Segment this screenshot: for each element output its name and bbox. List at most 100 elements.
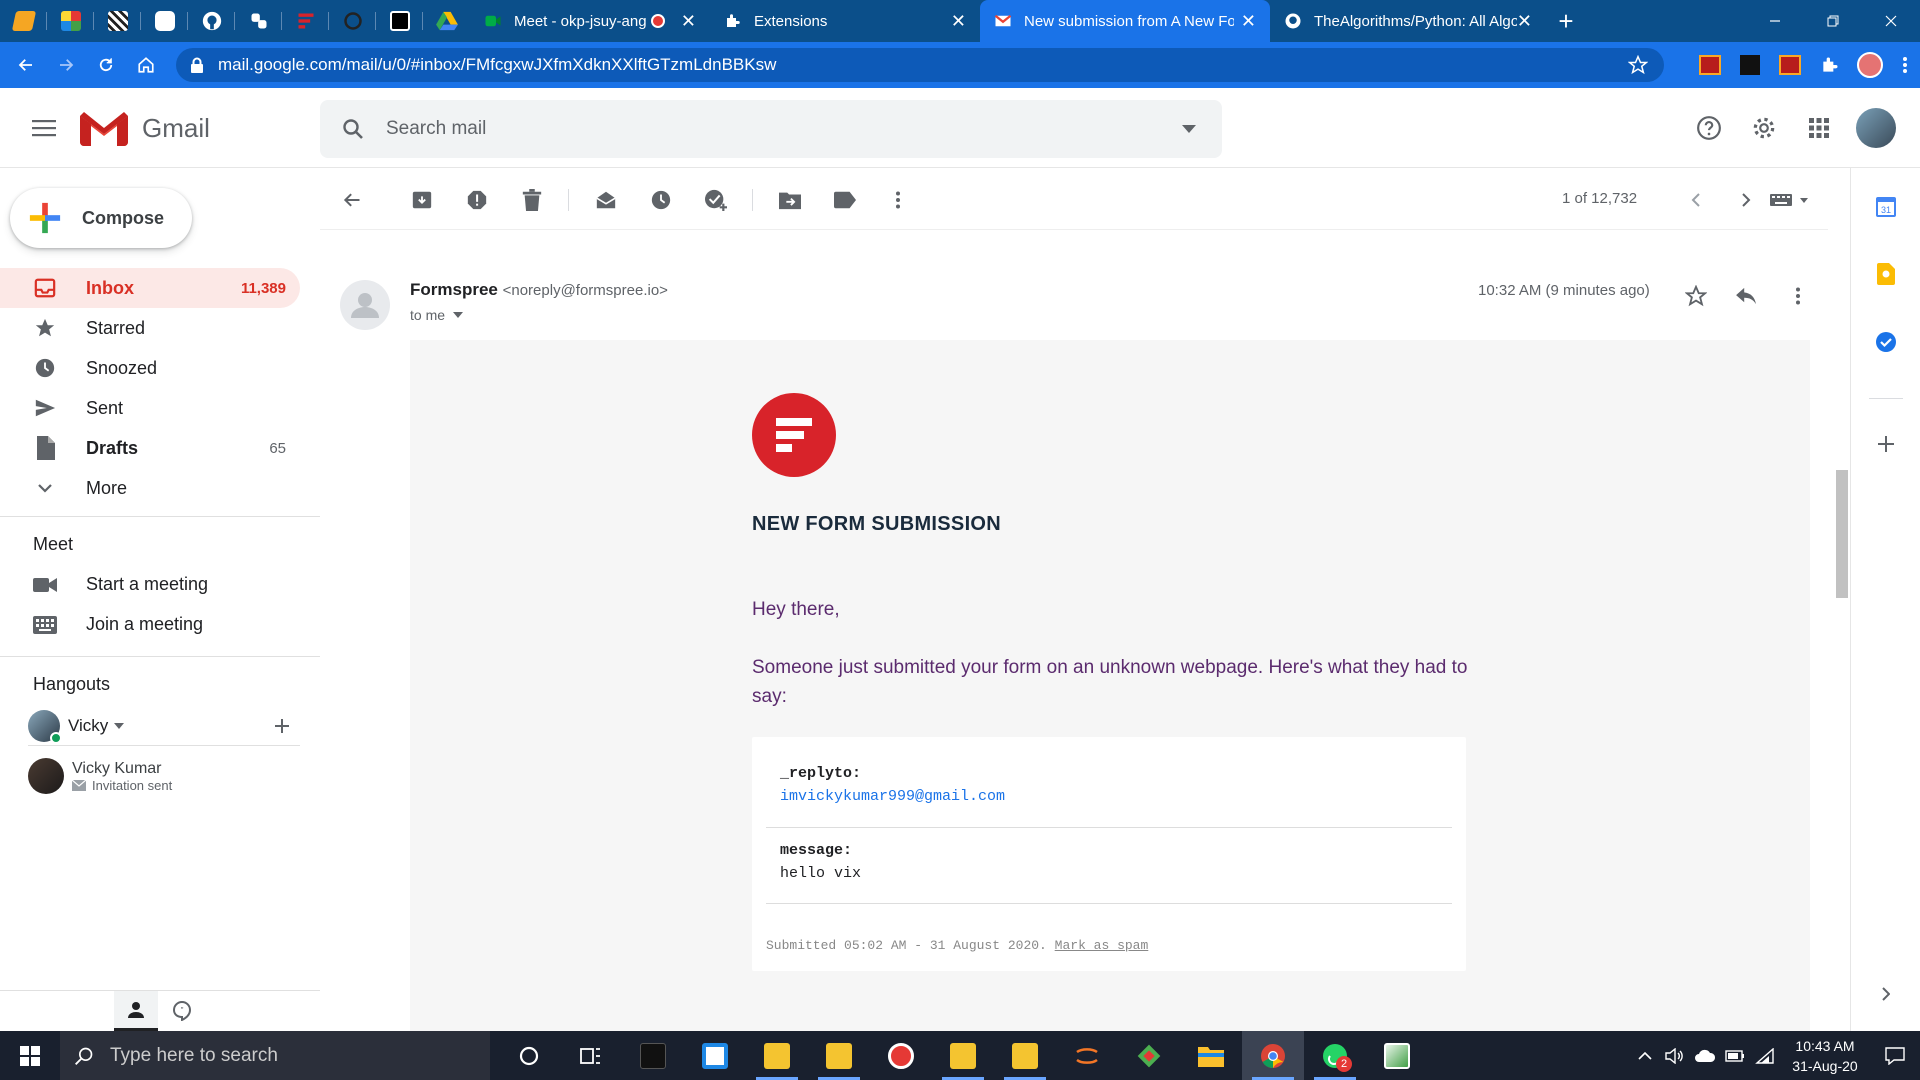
close-tab-icon[interactable]: ✕ [951,12,966,30]
snooze-button[interactable] [643,182,679,218]
contacts-tab[interactable] [114,991,158,1031]
taskbar-app-chrome[interactable] [1242,1031,1304,1080]
taskbar-app-window[interactable] [684,1031,746,1080]
back-button[interactable] [6,47,46,83]
star-message-button[interactable] [1676,276,1716,316]
tasks-button[interactable] [1868,324,1904,360]
taskbar-app-file-explorer[interactable] [1180,1031,1242,1080]
newer-button[interactable] [1678,182,1714,218]
mark-unread-button[interactable] [588,182,624,218]
new-tab-button[interactable]: + [1546,0,1586,42]
nav-snoozed[interactable]: Snoozed [0,348,300,388]
task-view-button[interactable] [560,1031,622,1080]
labels-button[interactable] [827,182,863,218]
extension-2[interactable] [1730,42,1770,88]
apps-button[interactable] [1791,104,1846,152]
show-side-panel-button[interactable] [1868,976,1904,1012]
back-to-inbox-button[interactable] [334,182,370,218]
reply-button[interactable] [1726,276,1766,316]
tab-gmail-active[interactable]: New submission from A New Fo ✕ [980,0,1270,42]
search-button[interactable] [320,117,386,141]
bookmark-star-icon[interactable] [1628,55,1648,75]
taskbar-app-jc4[interactable] [622,1031,684,1080]
taskbar-app-recorder[interactable] [870,1031,932,1080]
older-button[interactable] [1728,182,1764,218]
add-contact-icon[interactable] [274,718,290,734]
volume-button[interactable] [1660,1047,1690,1064]
conversations-tab[interactable]: " [160,991,204,1031]
pinned-tab-7[interactable] [282,0,329,42]
close-tab-icon[interactable]: ✕ [1241,12,1256,30]
browser-menu-button[interactable] [1890,42,1920,88]
minimize-button[interactable] [1746,0,1804,42]
recipient-details[interactable]: to me [410,307,464,323]
extensions-menu-button[interactable] [1810,42,1850,88]
search-input[interactable] [386,118,1156,140]
wifi-button[interactable] [1750,1047,1780,1064]
close-tab-icon[interactable]: ✕ [1517,12,1532,30]
taskbar-app-python-2[interactable] [808,1031,870,1080]
show-hidden-icons-button[interactable] [1630,1051,1660,1060]
report-spam-button[interactable] [459,182,495,218]
taskbar-app-image-editor[interactable] [1366,1031,1428,1080]
taskbar-app-jupyter[interactable] [1056,1031,1118,1080]
hangouts-status[interactable]: Vicky [28,706,300,746]
tab-extensions[interactable]: Extensions ✕ [710,0,980,42]
address-bar[interactable]: mail.google.com/mail/u/0/#inbox/FMfcgxwJ… [176,48,1664,82]
battery-button[interactable] [1720,1049,1750,1062]
message-more-button[interactable] [1778,276,1818,316]
pinned-tab-4[interactable] [141,0,188,42]
nav-drafts[interactable]: Drafts 65 [0,428,300,468]
move-to-button[interactable] [772,182,808,218]
settings-button[interactable] [1736,104,1791,152]
profile-button[interactable] [1850,42,1890,88]
hangouts-contact[interactable]: Vicky Kumar Invitation sent [28,758,172,794]
main-menu-button[interactable] [24,108,64,148]
join-meeting-link[interactable]: Join a meeting [32,614,203,635]
taskbar-app-python-3[interactable] [932,1031,994,1080]
cortana-button[interactable] [498,1031,560,1080]
mark-as-spam-link[interactable]: Mark as spam [1055,938,1149,953]
taskbar-app-whatsapp[interactable]: 2 [1304,1031,1366,1080]
gmail-logo[interactable]: Gmail [80,110,210,146]
nav-inbox[interactable]: Inbox 11,389 [0,268,300,308]
archive-button[interactable] [404,182,440,218]
onedrive-button[interactable] [1690,1049,1720,1063]
taskbar-search[interactable]: Type here to search [60,1031,490,1080]
support-button[interactable] [1681,104,1736,152]
input-tools-button[interactable] [1764,182,1816,218]
nav-sent[interactable]: Sent [0,388,300,428]
delete-button[interactable] [514,182,550,218]
action-center-button[interactable] [1870,1046,1920,1065]
pinned-tab-1[interactable] [0,0,47,42]
start-meeting-link[interactable]: Start a meeting [32,574,208,595]
home-button[interactable] [126,47,166,83]
close-window-button[interactable] [1862,0,1920,42]
pinned-tab-6[interactable] [235,0,282,42]
extension-1[interactable] [1690,42,1730,88]
get-addons-button[interactable] [1868,426,1904,462]
taskbar-app-git[interactable] [1118,1031,1180,1080]
taskbar-app-python-1[interactable] [746,1031,808,1080]
taskbar-app-python-4[interactable] [994,1031,1056,1080]
field-value-email-link[interactable]: imvickykumar999@gmail.com [780,788,1452,805]
calendar-button[interactable]: 31 [1868,188,1904,224]
more-actions-button[interactable] [880,182,916,218]
forward-button[interactable] [46,47,86,83]
pinned-tab-10[interactable] [423,0,470,42]
pinned-tab-5[interactable] [188,0,235,42]
compose-button[interactable]: Compose [10,188,192,248]
pinned-tab-2[interactable] [47,0,94,42]
add-to-tasks-button[interactable] [698,182,734,218]
nav-more[interactable]: More [0,468,300,508]
tab-meet[interactable]: Meet - okp-jsuy-ang ✕ [470,0,710,42]
pinned-tab-9[interactable] [376,0,423,42]
message-scrollbar[interactable] [1836,470,1848,598]
system-clock[interactable]: 10:43 AM 31-Aug-20 [1780,1036,1870,1076]
pinned-tab-3[interactable] [94,0,141,42]
restore-button[interactable] [1804,0,1862,42]
start-button[interactable] [0,1031,60,1080]
tab-github[interactable]: TheAlgorithms/Python: All Algo ✕ [1270,0,1546,42]
sender-name[interactable]: Formspree [410,280,498,299]
nav-starred[interactable]: Starred [0,308,300,348]
